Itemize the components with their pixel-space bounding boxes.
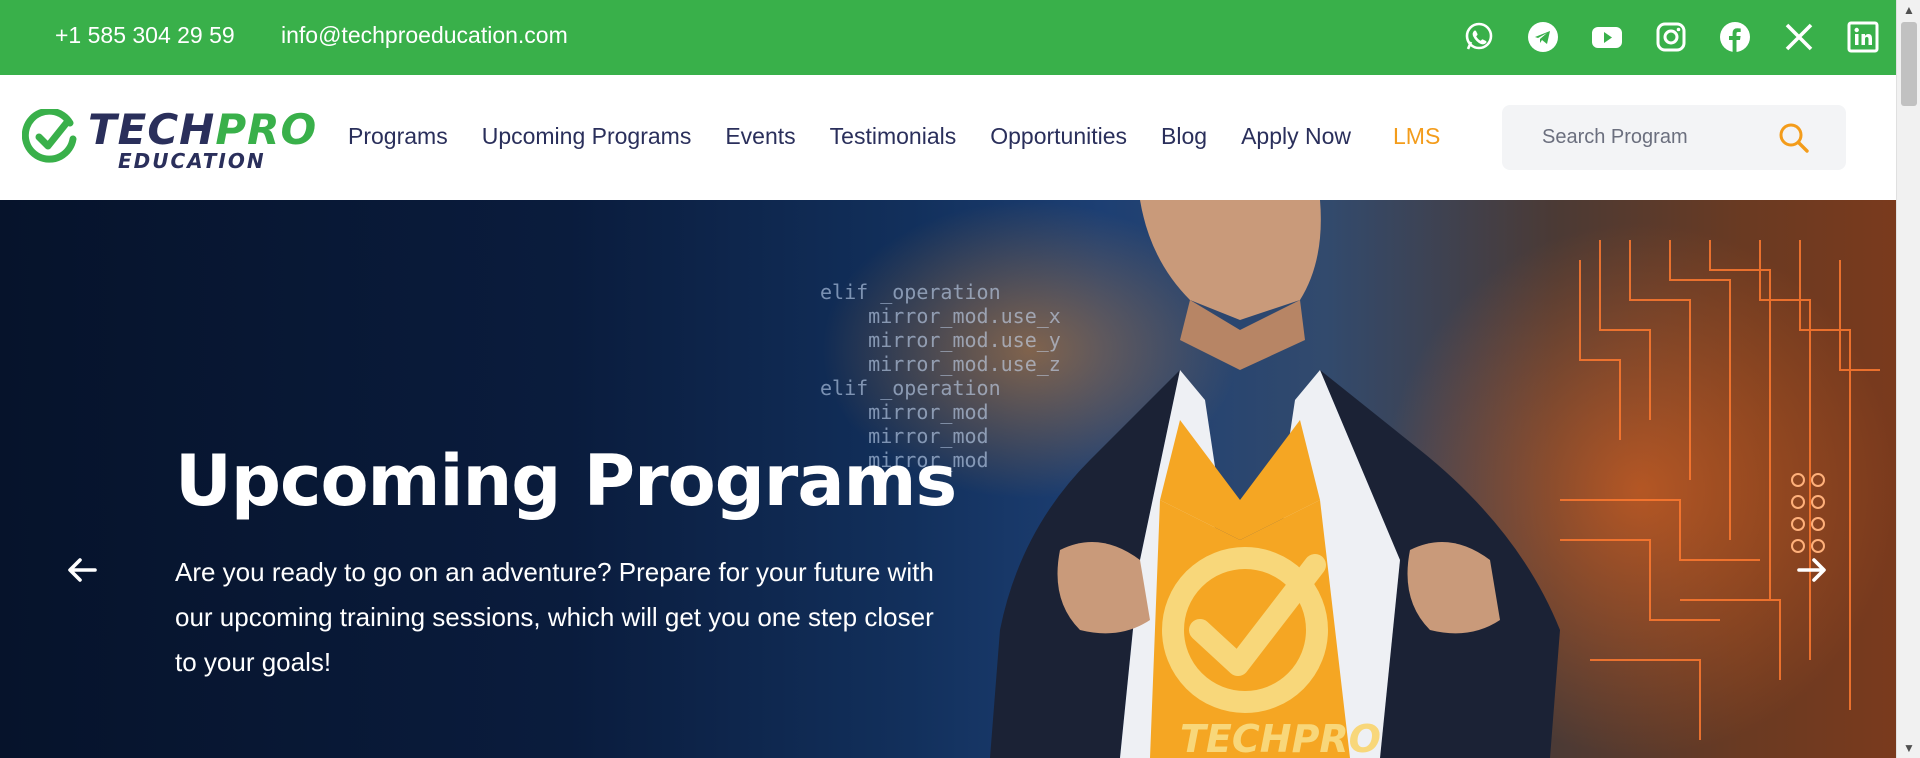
arrow-right-icon xyxy=(1797,558,1826,582)
scroll-up-icon[interactable]: ▲ xyxy=(1897,0,1920,20)
nav-events[interactable]: Events xyxy=(725,123,795,150)
scroll-down-icon[interactable]: ▼ xyxy=(1897,738,1920,758)
top-contact-bar: +1 585 304 29 59 info@techproeducation.c… xyxy=(0,0,1896,75)
nav-apply-now[interactable]: Apply Now xyxy=(1241,123,1351,150)
search-box[interactable]: Search Program xyxy=(1502,105,1846,170)
techpro-logo[interactable]: TECHPRO EDUCATION xyxy=(22,105,316,175)
hero-title: Upcoming Programs xyxy=(175,440,957,522)
carousel-prev-button[interactable] xyxy=(62,550,102,590)
phone-link[interactable]: +1 585 304 29 59 xyxy=(55,22,235,49)
carousel-next-button[interactable] xyxy=(1792,550,1832,590)
site-header: TECHPRO EDUCATION Programs Upcoming Prog… xyxy=(0,75,1896,200)
scroll-thumb[interactable] xyxy=(1901,22,1917,106)
svg-text:TECHPRO: TECHPRO xyxy=(1180,717,1381,758)
x-icon[interactable] xyxy=(1780,18,1818,56)
linkedin-icon[interactable] xyxy=(1844,18,1882,56)
main-nav: Programs Upcoming Programs Events Testim… xyxy=(348,123,1474,150)
nav-opportunities[interactable]: Opportunities xyxy=(990,123,1127,150)
nav-upcoming-programs[interactable]: Upcoming Programs xyxy=(482,123,692,150)
search-input[interactable]: Search Program xyxy=(1542,126,1688,149)
logo-wordmark: TECHPRO xyxy=(88,105,318,154)
hero-slider: elif _operation mirror_mod.use_x mirror_… xyxy=(0,200,1896,758)
facebook-icon[interactable] xyxy=(1716,18,1754,56)
nav-programs[interactable]: Programs xyxy=(348,123,448,150)
social-links xyxy=(1460,18,1882,56)
logo-subtitle: EDUCATION xyxy=(118,149,266,173)
instagram-icon[interactable] xyxy=(1652,18,1690,56)
page-scrollbar[interactable]: ▲ ▼ xyxy=(1896,0,1920,758)
whatsapp-icon[interactable] xyxy=(1460,18,1498,56)
email-link[interactable]: info@techproeducation.com xyxy=(281,22,568,49)
check-circle-logo-icon xyxy=(22,109,77,163)
youtube-icon[interactable] xyxy=(1588,18,1626,56)
search-icon[interactable] xyxy=(1778,122,1810,154)
nav-blog[interactable]: Blog xyxy=(1161,123,1207,150)
arrow-left-icon xyxy=(68,558,97,582)
hero-description: Are you ready to go on an adventure? Pre… xyxy=(175,557,934,677)
nav-testimonials[interactable]: Testimonials xyxy=(830,123,957,150)
nav-lms[interactable]: LMS xyxy=(1393,123,1440,150)
telegram-icon[interactable] xyxy=(1524,18,1562,56)
